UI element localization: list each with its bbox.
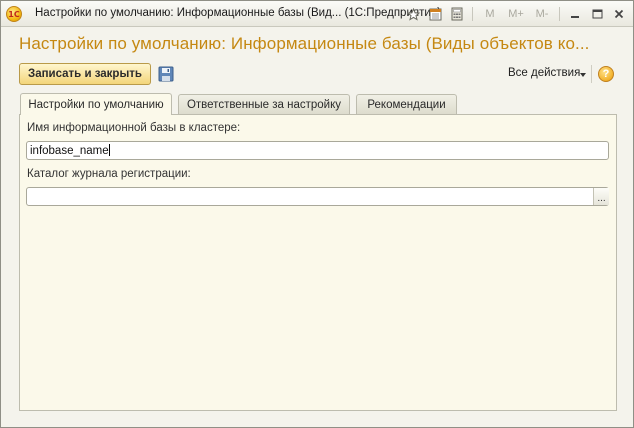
app-logo-icon[interactable]: 1С — [6, 6, 22, 22]
title-bar-separator — [559, 7, 560, 21]
tab-responsible[interactable]: Ответственные за настройку — [178, 94, 350, 114]
save-icon[interactable] — [158, 66, 174, 82]
all-actions-menu[interactable]: Все действия — [508, 67, 580, 79]
memory-m-button[interactable]: M — [478, 5, 502, 23]
title-bar-separator — [472, 7, 473, 21]
infobase-name-label: Имя информационной базы в кластере: — [27, 122, 241, 134]
memory-minus-button[interactable]: M- — [530, 5, 554, 23]
maximize-icon[interactable] — [587, 5, 607, 23]
tab-default-settings[interactable]: Настройки по умолчанию — [20, 93, 172, 115]
title-bar-buttons: M M+ M- — [403, 5, 629, 23]
help-icon[interactable]: ? — [598, 66, 614, 82]
infobase-name-value: infobase_name — [30, 145, 109, 157]
app-window: 1С Настройки по умолчанию: Информационны… — [0, 0, 634, 428]
close-icon[interactable] — [609, 5, 629, 23]
dropdown-caret-icon[interactable] — [580, 73, 586, 77]
app-logo-text: 1С — [8, 9, 20, 19]
star-icon[interactable] — [403, 5, 423, 23]
form-title: Настройки по умолчанию: Информационные б… — [19, 34, 590, 53]
memory-plus-button[interactable]: M+ — [504, 5, 528, 23]
window-title: Настройки по умолчанию: Информационные б… — [35, 7, 442, 19]
text-cursor — [108, 144, 110, 156]
minimize-icon[interactable] — [565, 5, 585, 23]
log-dir-label: Каталог журнала регистрации: — [27, 168, 191, 180]
tab-recommendations[interactable]: Рекомендации — [356, 94, 457, 114]
infobase-name-input[interactable]: infobase_name — [26, 141, 609, 160]
calculator-icon[interactable] — [447, 5, 467, 23]
log-dir-input[interactable] — [26, 187, 609, 206]
save-and-close-button[interactable]: Записать и закрыть — [19, 63, 151, 85]
command-bar-separator — [591, 65, 592, 83]
calendar-icon[interactable] — [425, 5, 445, 23]
choose-directory-button[interactable]: ... — [593, 188, 609, 205]
title-bar[interactable]: 1С Настройки по умолчанию: Информационны… — [1, 1, 633, 27]
